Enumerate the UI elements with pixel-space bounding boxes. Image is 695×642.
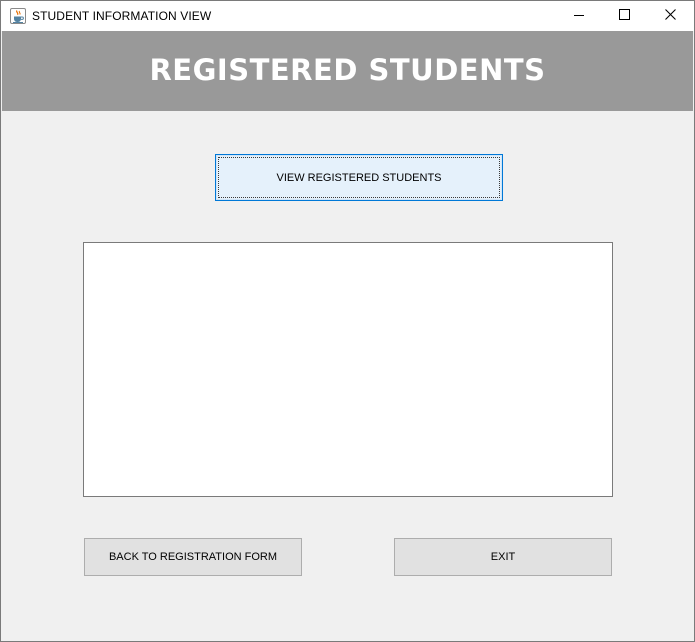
- window-title: STUDENT INFORMATION VIEW: [32, 9, 212, 23]
- page-title: REGISTERED STUDENTS: [149, 53, 546, 87]
- maximize-icon: [618, 7, 630, 25]
- minimize-button[interactable]: [556, 1, 602, 31]
- close-button[interactable]: [647, 1, 693, 31]
- view-registered-students-button[interactable]: VIEW REGISTERED STUDENTS: [215, 154, 503, 201]
- header-banner: REGISTERED STUDENTS: [2, 31, 693, 111]
- exit-label: EXIT: [490, 551, 516, 563]
- back-to-registration-form-label: BACK TO REGISTRATION FORM: [108, 551, 278, 563]
- exit-button[interactable]: EXIT: [394, 538, 612, 576]
- students-output-area[interactable]: [83, 242, 613, 497]
- back-to-registration-form-button[interactable]: BACK TO REGISTRATION FORM: [84, 538, 302, 576]
- java-cup-icon: [10, 8, 26, 24]
- maximize-button[interactable]: [601, 1, 647, 31]
- title-bar[interactable]: STUDENT INFORMATION VIEW: [1, 1, 694, 31]
- student-information-window: STUDENT INFORMATION VIEW REGISTERED STUD…: [0, 0, 695, 642]
- close-icon: [664, 7, 676, 25]
- minimize-icon: [574, 7, 584, 25]
- view-registered-students-label: VIEW REGISTERED STUDENTS: [276, 171, 442, 184]
